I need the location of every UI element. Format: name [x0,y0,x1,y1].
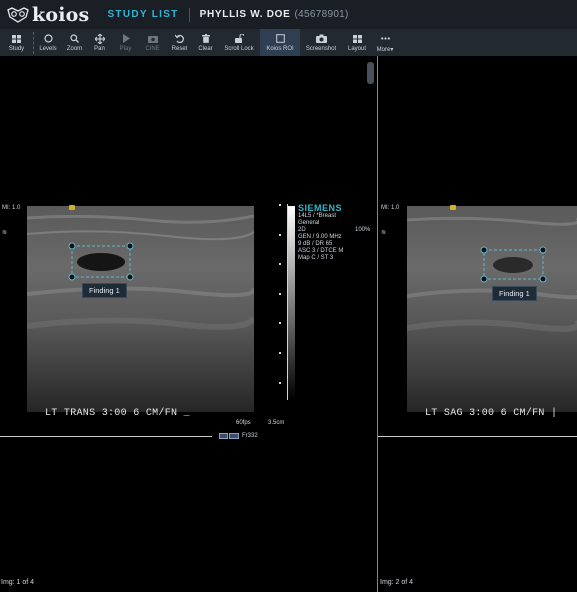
search-icon [68,33,82,44]
levels-button[interactable]: Levels [34,29,62,56]
scanner-line: 14L5 / *Breast [298,213,337,219]
timeline-track[interactable] [0,436,212,437]
scanner-info: SIEMENS 14L5 / *Breast General 2D GEN / … [298,204,343,262]
depth-tick [279,263,281,265]
screenshot-label: Screenshot [305,46,337,52]
patient-id: (45678901) [294,9,349,20]
zoom-label: Zoom [66,46,83,52]
ultrasound-image[interactable] [27,206,254,412]
orientation-marker [69,205,75,210]
logo-text: koios [32,3,90,26]
clear-label: Clear [198,46,213,52]
grid-icon [10,33,24,44]
header-divider [188,7,190,22]
fps-readout: 60fps [236,420,251,426]
finding-label[interactable]: Finding 1 [492,286,537,301]
depth-tick [279,382,281,384]
scanner-line: General [298,220,320,226]
layout-label: Layout [347,46,366,52]
siemens-brand: SIEMENS [298,203,343,213]
cine-button[interactable]: CINE [139,29,166,56]
scroll-lock-button[interactable]: Scroll Lock [218,29,260,56]
depth-tick [279,234,281,236]
gain-percent: 100% [355,227,371,233]
scanner-line: Map C / ST 3 [298,255,334,261]
trash-icon [199,33,213,44]
camera-icon [314,33,328,44]
patient-name: PHYLLIS W. DOE [199,9,291,20]
koios-roi-label: Koios ROI [266,46,294,52]
levels-label: Levels [39,46,57,52]
depth-tick [279,293,281,295]
scanner-line: GEN / 9.00 MHz [298,234,342,240]
mi-readout: MI: 1.0 [2,205,21,211]
timeline-track[interactable] [378,436,577,437]
depth-tick [279,204,281,206]
grayscale-bar [288,206,295,400]
orientation-marker [450,205,456,210]
depth-tick [279,352,281,354]
layout-icon [350,33,364,44]
viewport-2[interactable]: MI: 1.0 ≋ Finding 1 LT SAG 3:00 6 CM/FN … [378,56,577,592]
frame-readout: Fr332 [242,433,258,439]
image-caption: LT TRANS 3:00 6 CM/FN _ [45,408,190,419]
owl-logo-icon [7,6,29,23]
scanner-line: ASC 3 / DTCE M [298,248,344,254]
probe-marker-icon: ≋ [2,230,8,236]
probe-marker-icon: ≋ [381,230,387,236]
scroll-lock-label: Scroll Lock [224,46,254,52]
study-list-link[interactable]: STUDY LIST [107,9,178,20]
levels-icon [41,33,55,44]
more-label: More▾ [376,47,394,53]
unlock-icon [232,33,246,44]
reset-icon [173,33,187,44]
more-icon [378,33,392,44]
image-count: Img: 2 of 4 [380,579,414,586]
app-header: koios STUDY LIST PHYLLIS W. DOE (4567890… [0,0,577,29]
clear-button[interactable]: Clear [193,29,218,56]
depth-scale [287,204,288,400]
play-label: Play [119,46,132,52]
ultrasound-image[interactable] [407,206,577,412]
finding-label[interactable]: Finding 1 [82,283,127,298]
reset-button[interactable]: Reset [166,29,193,56]
depth-tick [279,322,281,324]
depth-readout: 3.5cm [268,420,285,426]
zoom-button[interactable]: Zoom [62,29,87,56]
pan-label: Pan [94,46,105,52]
viewport-1[interactable]: MI: 1.0 ≋ Finding 1 LT TRANS 3:00 6 CM/F… [0,56,377,592]
study-button[interactable]: Study [0,29,33,56]
roi-square-icon [273,33,287,44]
cine-label: CINE [145,46,160,52]
mi-readout: MI: 1.0 [381,205,400,211]
koios-roi-button[interactable]: Koios ROI [260,29,300,56]
play-button[interactable]: Play [112,29,139,56]
cine-icon [146,33,160,44]
reset-label: Reset [171,46,188,52]
image-caption: LT SAG 3:00 6 CM/FN | [425,408,558,419]
koios-logo[interactable]: koios [6,4,89,26]
timeline-button[interactable] [229,433,239,439]
pan-button[interactable]: Pan [87,29,112,56]
scrollbar-thumb[interactable] [367,62,374,84]
scanner-line: 9 dB / DR 65 [298,241,333,247]
screenshot-button[interactable]: Screenshot [300,29,342,56]
timeline-button[interactable] [219,433,228,439]
toolbar: Study Levels Zoom Pan Play CINE Reset Cl… [0,29,577,56]
layout-button[interactable]: Layout [342,29,372,56]
more-menu-button[interactable]: More▾ [372,29,398,56]
image-count: Img: 1 of 4 [1,579,35,586]
move-icon [93,33,107,44]
play-icon [119,33,133,44]
study-label: Study [8,46,25,52]
scanner-line: 2D [298,227,306,233]
